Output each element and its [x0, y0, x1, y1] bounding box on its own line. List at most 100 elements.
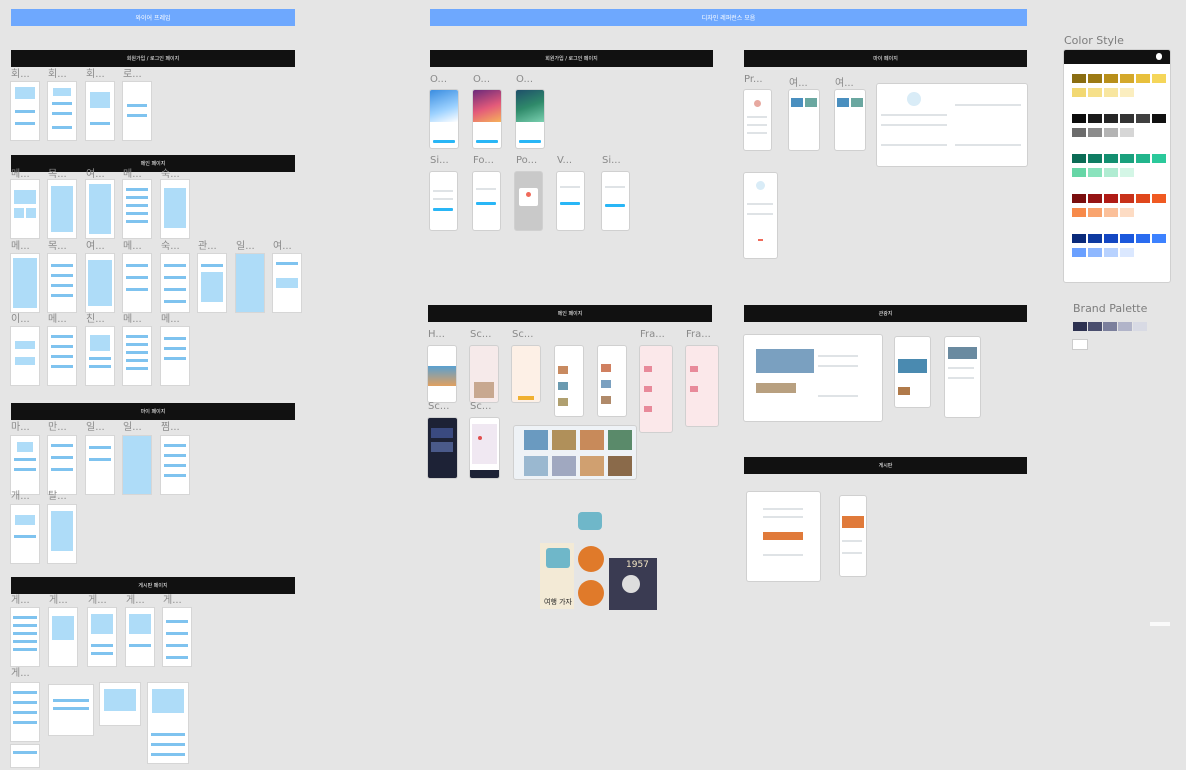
brand-swatch[interactable]: [1088, 322, 1102, 331]
wireframe-frame[interactable]: [86, 254, 114, 312]
color-swatch[interactable]: [1072, 208, 1086, 217]
reference-screen[interactable]: [877, 84, 1027, 166]
color-swatch[interactable]: [1120, 128, 1134, 137]
reference-screen[interactable]: [744, 90, 771, 150]
color-swatch[interactable]: [1072, 128, 1086, 137]
wireframe-frame[interactable]: [11, 745, 39, 767]
color-swatch[interactable]: [1104, 194, 1118, 203]
wireframe-frame[interactable]: [86, 436, 114, 494]
wireframe-frame[interactable]: [11, 82, 39, 140]
color-swatch[interactable]: [1072, 88, 1086, 97]
reference-screen[interactable]: [430, 90, 458, 148]
reference-screen[interactable]: [840, 496, 866, 576]
color-swatch[interactable]: [1120, 194, 1134, 203]
brand-swatch[interactable]: [1118, 322, 1132, 331]
wireframe-frame[interactable]: [161, 180, 189, 238]
color-swatch[interactable]: [1120, 114, 1134, 123]
color-swatch[interactable]: [1072, 74, 1086, 83]
reference-screen[interactable]: [789, 90, 819, 150]
reference-screen[interactable]: [428, 418, 457, 478]
reference-screen[interactable]: [945, 337, 980, 417]
reference-screen[interactable]: [514, 426, 636, 479]
color-swatch[interactable]: [1104, 74, 1118, 83]
brand-swatch[interactable]: [1073, 322, 1087, 331]
wireframe-frame[interactable]: [123, 254, 151, 312]
color-swatch[interactable]: [1120, 234, 1134, 243]
color-swatch[interactable]: [1152, 114, 1166, 123]
wireframe-frame[interactable]: [48, 327, 76, 385]
wireframe-frame[interactable]: [49, 608, 77, 666]
reference-screen[interactable]: [895, 337, 930, 407]
wireframe-frame[interactable]: [49, 685, 93, 735]
color-swatch[interactable]: [1072, 194, 1086, 203]
reference-screen[interactable]: [470, 418, 499, 478]
color-swatch[interactable]: [1136, 154, 1150, 163]
wireframe-frame[interactable]: [11, 254, 39, 312]
color-swatch[interactable]: [1152, 234, 1166, 243]
wireframe-frame[interactable]: [161, 436, 189, 494]
wireframe-frame[interactable]: [11, 436, 39, 494]
brand-swatch[interactable]: [1073, 340, 1087, 349]
reference-screen[interactable]: [473, 90, 501, 148]
color-swatch[interactable]: [1088, 74, 1102, 83]
wireframe-frame[interactable]: [11, 608, 39, 666]
color-swatch[interactable]: [1088, 154, 1102, 163]
wireframe-frame[interactable]: [148, 683, 188, 763]
color-swatch[interactable]: [1104, 154, 1118, 163]
color-swatch[interactable]: [1120, 168, 1134, 177]
color-swatch[interactable]: [1136, 234, 1150, 243]
color-swatch[interactable]: [1104, 114, 1118, 123]
reference-screen[interactable]: [512, 346, 540, 402]
wireframe-frame[interactable]: [100, 683, 140, 725]
brand-swatch[interactable]: [1133, 322, 1147, 331]
wireframe-frame[interactable]: [86, 327, 114, 385]
color-swatch[interactable]: [1104, 128, 1118, 137]
color-swatch[interactable]: [1136, 74, 1150, 83]
color-swatch[interactable]: [1120, 248, 1134, 257]
color-swatch[interactable]: [1088, 88, 1102, 97]
color-swatch[interactable]: [1104, 234, 1118, 243]
wireframe-frame[interactable]: [236, 254, 264, 312]
color-swatch[interactable]: [1120, 154, 1134, 163]
reference-screen[interactable]: [555, 346, 583, 416]
color-swatch[interactable]: [1088, 114, 1102, 123]
reference-screen[interactable]: [747, 492, 820, 581]
wireframe-frame[interactable]: [11, 180, 39, 238]
reference-screen[interactable]: [557, 172, 584, 230]
reference-screen[interactable]: [598, 346, 626, 416]
reference-screen[interactable]: [744, 335, 882, 421]
wireframe-frame[interactable]: [86, 180, 114, 238]
wireframe-frame[interactable]: [11, 327, 39, 385]
wireframe-frame[interactable]: [163, 608, 191, 666]
color-swatch[interactable]: [1088, 248, 1102, 257]
wireframe-frame[interactable]: [48, 505, 76, 563]
color-swatch[interactable]: [1104, 88, 1118, 97]
color-swatch[interactable]: [1072, 154, 1086, 163]
wireframe-frame[interactable]: [123, 327, 151, 385]
color-swatch[interactable]: [1088, 168, 1102, 177]
reference-screen[interactable]: [602, 172, 629, 230]
wireframe-frame[interactable]: [48, 82, 76, 140]
color-swatch[interactable]: [1120, 88, 1134, 97]
color-swatch[interactable]: [1072, 234, 1086, 243]
reference-screen[interactable]: [516, 90, 544, 148]
reference-screen[interactable]: [744, 173, 777, 258]
brand-swatch[interactable]: [1103, 322, 1117, 331]
wireframe-frame[interactable]: [273, 254, 301, 312]
wireframe-frame[interactable]: [161, 254, 189, 312]
wireframe-frame[interactable]: [123, 436, 151, 494]
reference-screen[interactable]: [640, 346, 672, 432]
reference-screen[interactable]: [835, 90, 865, 150]
reference-screen[interactable]: [686, 346, 718, 426]
color-swatch[interactable]: [1136, 114, 1150, 123]
wireframe-frame[interactable]: [161, 327, 189, 385]
color-swatch[interactable]: [1152, 74, 1166, 83]
color-swatch[interactable]: [1104, 208, 1118, 217]
color-swatch[interactable]: [1152, 194, 1166, 203]
color-swatch[interactable]: [1088, 194, 1102, 203]
reference-screen[interactable]: [473, 172, 500, 230]
reference-screen[interactable]: [428, 346, 456, 402]
reference-screen[interactable]: [430, 172, 457, 230]
wireframe-frame[interactable]: [11, 505, 39, 563]
wireframe-frame[interactable]: [88, 608, 116, 666]
